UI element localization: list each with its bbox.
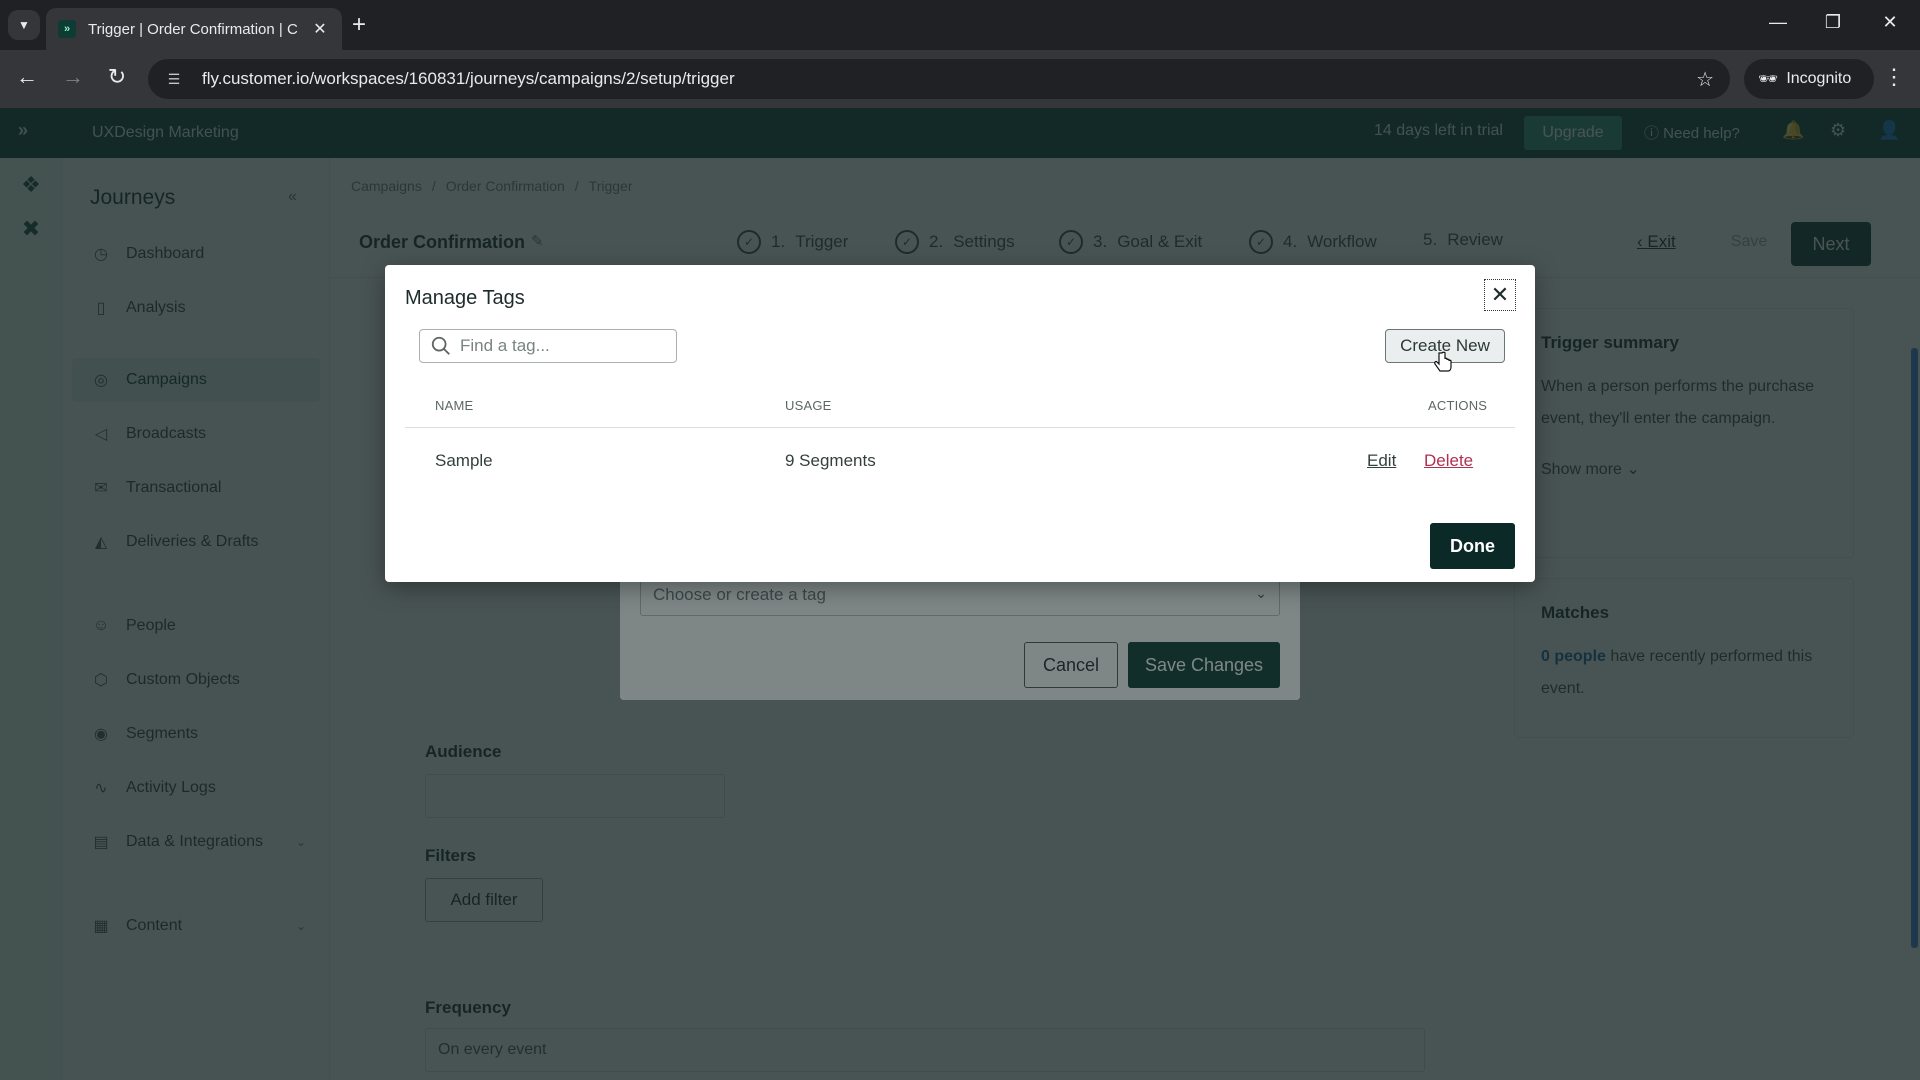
bookmark-star-icon[interactable]: ☆ bbox=[1696, 67, 1714, 92]
tab-search-button[interactable]: ▼ bbox=[8, 10, 40, 40]
incognito-label: Incognito bbox=[1786, 70, 1852, 87]
tag-usage: 9 Segments bbox=[785, 451, 876, 470]
back-button[interactable]: ← bbox=[12, 64, 42, 90]
delete-tag-link[interactable]: Delete bbox=[1424, 451, 1473, 471]
new-tab-button[interactable]: + bbox=[352, 12, 366, 38]
chevron-down-icon: ▼ bbox=[18, 18, 30, 32]
tag-search-input[interactable] bbox=[460, 336, 660, 356]
column-header-usage: USAGE bbox=[785, 398, 832, 413]
tab-title: Trigger | Order Confirmation | C bbox=[88, 20, 298, 38]
window-close-button[interactable]: ✕ bbox=[1870, 12, 1910, 33]
tab-close-icon[interactable]: ✕ bbox=[310, 19, 330, 39]
forward-button[interactable]: → bbox=[58, 64, 88, 90]
done-button[interactable]: Done bbox=[1430, 523, 1515, 569]
site-info-icon[interactable]: ☰ bbox=[162, 71, 186, 88]
browser-menu-button[interactable]: ⋮ bbox=[1882, 64, 1906, 90]
table-divider bbox=[405, 427, 1515, 428]
column-header-name: NAME bbox=[435, 398, 474, 413]
reload-button[interactable]: ↻ bbox=[102, 64, 132, 90]
search-icon bbox=[431, 336, 450, 355]
tag-name: Sample bbox=[435, 451, 493, 470]
incognito-indicator[interactable]: 🕶 Incognito bbox=[1744, 59, 1874, 99]
incognito-icon: 🕶 bbox=[1758, 71, 1779, 88]
modal-title: Manage Tags bbox=[405, 287, 525, 309]
url-text: fly.customer.io/workspaces/160831/journe… bbox=[202, 69, 735, 88]
favicon-icon: » bbox=[58, 20, 76, 38]
hand-cursor-icon bbox=[1434, 351, 1452, 372]
close-icon: ✕ bbox=[1490, 282, 1510, 307]
restore-button[interactable]: ❐ bbox=[1813, 12, 1853, 33]
minimize-button[interactable]: — bbox=[1758, 12, 1798, 33]
close-modal-button[interactable]: ✕ bbox=[1484, 279, 1516, 311]
browser-toolbar: ← → ↻ ☰ fly.customer.io/workspaces/16083… bbox=[0, 50, 1920, 108]
address-bar[interactable]: ☰ fly.customer.io/workspaces/160831/jour… bbox=[148, 59, 1730, 99]
column-header-actions: ACTIONS bbox=[1428, 398, 1488, 413]
manage-tags-modal: Manage Tags ✕ Create New NAME USAGE ACTI… bbox=[385, 265, 1535, 582]
edit-tag-link[interactable]: Edit bbox=[1367, 451, 1396, 471]
browser-tab-active[interactable]: » Trigger | Order Confirmation | C ✕ bbox=[46, 8, 342, 50]
browser-tabstrip: ▼ » Trigger | Order Confirmation | C ✕ +… bbox=[0, 0, 1920, 50]
tag-search[interactable] bbox=[419, 329, 677, 363]
